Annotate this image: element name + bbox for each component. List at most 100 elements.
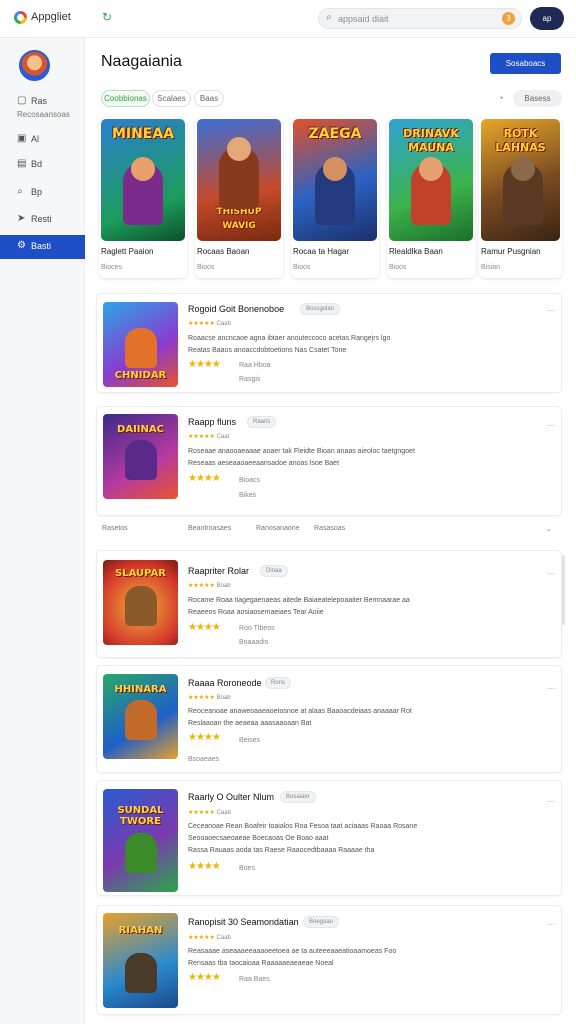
list-item[interactable]: SLAUPAR Raapriter Rolar Dinaa ★★★★★ Boab… xyxy=(96,550,562,658)
sidebar-item-label: Al xyxy=(31,134,40,144)
profile-avatar[interactable] xyxy=(19,50,50,81)
search-icon: ⌕ xyxy=(326,12,332,23)
featured-name: Raglett Paaion xyxy=(101,247,154,256)
sidebar-item-label: Basti xyxy=(31,241,52,251)
thumb-title: SLAUPAR xyxy=(115,568,166,579)
hero-head xyxy=(323,157,347,181)
list-item-title[interactable]: Raarly O Oulter Nlum xyxy=(188,792,274,802)
sidebar-item-label: Resti xyxy=(31,214,52,224)
list-item-title[interactable]: Rogoid Goit Bonenoboe xyxy=(188,304,284,314)
list-item[interactable]: HHINARA Raaaa Roroneode Rons ★★★★★ Boab … xyxy=(96,665,562,773)
more-menu-icon[interactable]: ⋯ xyxy=(547,306,555,315)
refresh-icon[interactable]: ↻ xyxy=(102,10,112,24)
featured-card[interactable]: DRINAVK MAUNA Rlealdlka Baan Bioos xyxy=(387,117,475,278)
list-item-title[interactable]: Ranopisit 30 Seamondatian xyxy=(188,917,299,927)
list-item[interactable]: SUNDAL TWORE Raarly O Oulter Nlum Bosaia… xyxy=(96,780,562,896)
star-rating: ★★★★ xyxy=(188,622,221,633)
rating-text: Caab xyxy=(216,810,231,816)
sidebar-item-settings[interactable]: ⚙ Basti xyxy=(0,235,85,259)
rating-text: Boab xyxy=(216,695,231,701)
featured-art-title: ROTK LAHNAS xyxy=(495,127,546,154)
user-avatar[interactable]: ap xyxy=(530,7,564,30)
featured-image: ZAEGA xyxy=(293,119,377,241)
list-item-meta: Raa Hboa xyxy=(239,362,271,369)
thumb-hero xyxy=(125,440,157,480)
featured-image: DRINAVK MAUNA xyxy=(389,119,473,241)
list-item-description: Ceceanoae Rean Boafeir toaialos Roa Feso… xyxy=(188,823,418,854)
settings-icon: ⚙ xyxy=(17,240,26,251)
list-item-meta: Bikes xyxy=(239,492,257,499)
footer-item[interactable]: Beantroasaes xyxy=(188,525,231,532)
primary-action-button[interactable]: Sosaboacs xyxy=(490,53,561,74)
featured-image: MINEAA xyxy=(101,119,185,241)
grid-icon: ▣ xyxy=(17,133,27,144)
app-thumbnail: SUNDAL TWORE xyxy=(103,789,178,892)
sidebar-item-apps[interactable]: ▣ Al xyxy=(0,128,85,152)
notification-badge[interactable]: 3 xyxy=(502,12,515,25)
featured-card[interactable]: MINEAA Raglett Paaion Bioces xyxy=(99,117,187,278)
app-thumbnail: RIAHAN xyxy=(103,913,178,1008)
app-thumbnail: CHNIDAR xyxy=(103,302,178,387)
hero-head xyxy=(227,137,251,161)
sidebar-item-label: Bp xyxy=(31,187,43,197)
more-menu-icon[interactable]: ⋯ xyxy=(547,684,555,693)
filter-chip[interactable]: Coobbionas xyxy=(101,90,150,107)
filter-chip[interactable]: Baas xyxy=(194,90,224,107)
sort-icon[interactable]: ◔ xyxy=(498,93,503,103)
filter-chip[interactable]: Scalaes xyxy=(152,90,191,107)
list-item-title[interactable]: Raapp fluns xyxy=(188,417,236,427)
category-tag: Dinaa xyxy=(260,565,288,577)
list-item-meta: Raa Baes xyxy=(239,976,270,983)
hero-head xyxy=(419,157,443,181)
sidebar-item-saved[interactable]: ▤ Bd xyxy=(0,153,85,177)
featured-name: Ramur Pusgnian xyxy=(481,247,541,256)
featured-art-title: THISHUP WAVIG xyxy=(216,207,262,231)
thumb-title: RIAHAN xyxy=(118,925,163,936)
category-tag: Rons xyxy=(265,677,292,689)
search-placeholder: appsaid diait xyxy=(338,14,389,24)
featured-card[interactable]: THISHUP WAVIG Rocaas Baoan Bioos xyxy=(195,117,283,278)
more-menu-icon[interactable]: ⋯ xyxy=(547,920,555,929)
list-item-meta: Roo Tlbeos xyxy=(239,625,275,632)
footer-item[interactable]: Rasasoas xyxy=(314,525,345,532)
list-item[interactable]: DAIINAC Raapp fluns Raans ★★★★★ Caat Ros… xyxy=(96,406,562,516)
page-title: Naagaiania xyxy=(101,53,182,70)
list-item-title[interactable]: Raaaa Roroneode xyxy=(188,678,262,688)
scrollbar[interactable] xyxy=(562,555,565,625)
app-thumbnail: SLAUPAR xyxy=(103,560,178,645)
category-tag: Bosaiaer xyxy=(280,791,316,803)
search-input[interactable]: ⌕ appsaid diait 3 xyxy=(318,8,522,29)
featured-card[interactable]: ZAEGA Rocaa ta Hagar Bioos xyxy=(291,117,379,278)
sidebar-item-search[interactable]: ⌕ Bp xyxy=(0,181,85,205)
thumb-hero xyxy=(125,328,157,368)
featured-meta: Bioos xyxy=(293,264,311,271)
sidebar: ▢ Ras Recosaansoas ▣ Al ▤ Bd ⌕ Bp ➤ Rest… xyxy=(0,38,85,1024)
thumb-hero xyxy=(125,700,157,740)
featured-card[interactable]: ROTK LAHNAS Ramur Pusgnian Bisian xyxy=(479,117,562,278)
list-item-description: Reoceanoae anaweoaaeaoetosnoe at alaas B… xyxy=(188,708,412,727)
list-item[interactable]: RIAHAN Ranopisit 30 Seamondatian Boegoao… xyxy=(96,905,562,1015)
list-footer: Rasetos Beantroasaes Ranosanaone Rasasoa… xyxy=(96,522,562,538)
list-item[interactable]: CHNIDAR Rogoid Goit Bonenoboe Boscgolan … xyxy=(96,293,562,393)
category-tag: Boscgolan xyxy=(300,303,341,315)
sidebar-item-send[interactable]: ➤ Resti xyxy=(0,208,85,232)
hero-head xyxy=(511,157,535,181)
sidebar-item-label: Bd xyxy=(31,159,43,169)
thumb-title: SUNDAL TWORE xyxy=(117,805,164,827)
star-rating: ★★★★ xyxy=(188,473,221,484)
app-logo-icon[interactable] xyxy=(14,11,27,24)
list-item-title[interactable]: Raapriter Rolar xyxy=(188,566,249,576)
featured-image: ROTK LAHNAS xyxy=(481,119,560,241)
featured-name: Rocaas Baoan xyxy=(197,247,250,256)
home-icon: ▢ xyxy=(17,95,27,106)
more-menu-icon[interactable]: ⋯ xyxy=(547,569,555,578)
footer-item[interactable]: Ranosanaone xyxy=(256,525,300,532)
chevron-down-icon[interactable]: ⌄ xyxy=(546,525,552,533)
footer-item[interactable]: Rasetos xyxy=(102,525,128,532)
more-menu-icon[interactable]: ⋯ xyxy=(547,797,555,806)
top-bar: Appgliet ↻ ⌕ appsaid diait 3 ap xyxy=(0,0,576,38)
list-item-description: Rocame Roaa tiagegaenaeas aitede Baiaeat… xyxy=(188,597,410,616)
more-menu-icon[interactable]: ⋯ xyxy=(547,421,555,430)
sort-dropdown[interactable]: Basess xyxy=(513,90,562,107)
featured-name: Rlealdlka Baan xyxy=(389,247,443,256)
